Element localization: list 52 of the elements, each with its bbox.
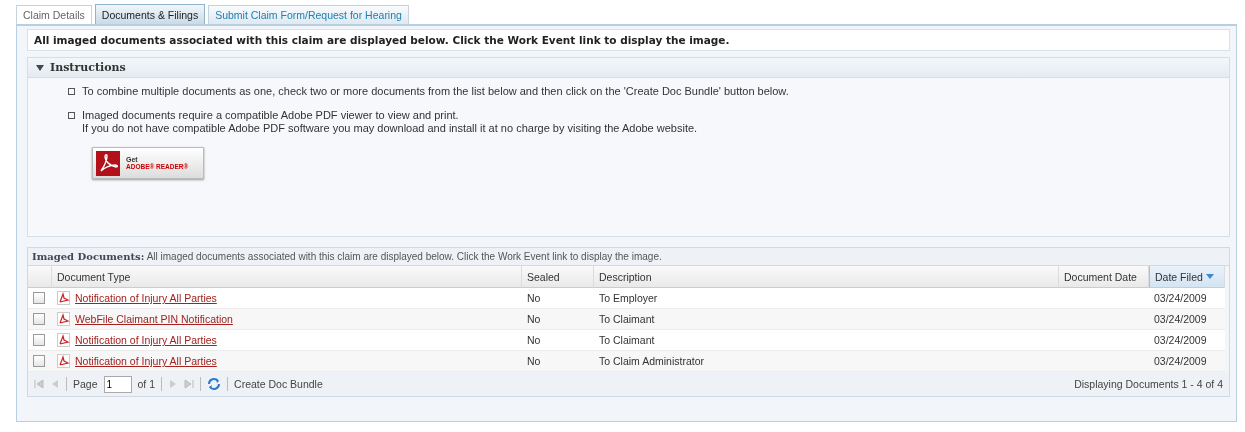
pdf-icon	[57, 333, 70, 347]
pager-status: Displaying Documents 1 - 4 of 4	[1074, 378, 1223, 390]
table-cell: To Claimant	[594, 330, 1059, 351]
row-checkbox[interactable]	[33, 313, 45, 325]
table-cell: To Claim Administrator	[594, 351, 1059, 372]
row-checkbox[interactable]	[33, 292, 45, 304]
column-header[interactable]: Description	[594, 266, 1059, 288]
row-checkbox[interactable]	[33, 334, 45, 346]
table-cell: No	[522, 309, 594, 330]
pdf-icon	[57, 312, 70, 326]
document-link[interactable]: Notification of Injury All Parties	[75, 355, 217, 367]
previous-page-icon[interactable]	[50, 379, 60, 389]
table-cell: 03/24/2009	[1149, 330, 1225, 351]
column-header[interactable]: Date Filed	[1149, 266, 1225, 288]
instruction-text: Imaged documents require a compatible Adobe PDF viewer to view and print.	[82, 109, 460, 122]
column-header[interactable]: Sealed	[522, 266, 594, 288]
refresh-icon[interactable]	[207, 377, 222, 391]
document-link[interactable]: Notification of Injury All Parties	[75, 292, 217, 304]
document-link[interactable]: WebFile Claimant PIN Notification	[75, 313, 233, 325]
pdf-icon	[57, 354, 70, 368]
table-cell: No	[522, 330, 594, 351]
table-cell: No	[522, 351, 594, 372]
create-doc-bundle-button[interactable]: Create Doc Bundle	[234, 378, 323, 390]
page-input[interactable]: 1	[103, 375, 132, 393]
tab[interactable]: Documents & Filings	[94, 4, 206, 24]
column-header[interactable]: Document Date	[1059, 266, 1149, 288]
table-cell: To Claimant	[594, 309, 1059, 330]
instruction-text: If you do not have compatible Adobe PDF software you may download and install it at no charge by visiting the Adobe website.	[82, 122, 698, 135]
grid-caption: Imaged Documents: All imaged documents associated with this claim are displayed below. Click the Work Event link to display the image.	[28, 248, 1229, 266]
table-cell: 03/24/2009	[1149, 309, 1225, 330]
last-page-icon[interactable]	[184, 379, 195, 389]
column-header[interactable]: Document Type	[52, 266, 522, 288]
pdf-icon	[57, 291, 70, 305]
row-checkbox[interactable]	[33, 355, 45, 367]
table-cell: No	[522, 288, 594, 309]
instructions-header[interactable]: Instructions	[28, 58, 1229, 78]
tab[interactable]: Submit Claim Form/Request for Hearing	[208, 5, 409, 24]
page-count: of 1	[137, 378, 156, 390]
instructions-title: Instructions	[50, 61, 126, 74]
sort-arrow-icon	[1205, 274, 1214, 279]
table-cell: To Employer	[594, 288, 1059, 309]
document-link[interactable]: Notification of Injury All Parties	[75, 334, 217, 346]
page-label: Page	[73, 378, 98, 390]
first-page-icon[interactable]	[34, 379, 44, 389]
tab[interactable]: Claim Details	[16, 5, 92, 24]
table-cell: 03/24/2009	[1149, 288, 1225, 309]
table-cell: 03/24/2009	[1149, 351, 1225, 372]
adobe-logo-icon	[96, 150, 120, 176]
instruction-text: To combine multiple documents as one, check two or more documents from the list below and then click on the 'Create Doc Bundle' button below.	[82, 85, 789, 98]
notice-text: All imaged documents associated with this claim are displayed below. Click the Work Event link to display the image.	[27, 29, 1230, 51]
bullet-icon	[68, 112, 75, 119]
bullet-icon	[68, 88, 75, 95]
